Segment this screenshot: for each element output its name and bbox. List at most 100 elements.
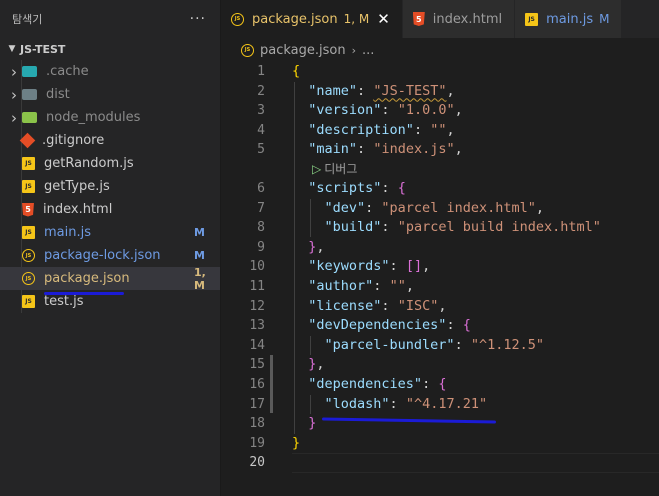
code-line[interactable]: "author": "",: [292, 277, 659, 297]
git-status-badge: 1, M: [194, 265, 206, 292]
current-line-highlight: [292, 453, 659, 473]
line-number: 20: [249, 455, 265, 471]
breadcrumb-file[interactable]: package.json: [260, 43, 346, 58]
code-token: "JS-TEST": [373, 82, 447, 99]
dirty-diff-marker[interactable]: [270, 355, 273, 413]
code-token: []: [405, 258, 423, 275]
line-number: 8: [257, 220, 265, 236]
debug-codelens[interactable]: ▷ 디버그: [292, 160, 659, 179]
tree-item[interactable]: JS getType.js: [0, 175, 220, 198]
explorer-title: 탐색기: [12, 13, 43, 26]
code-token: :: [413, 121, 431, 138]
code-token: "": [430, 121, 447, 138]
codelens-label: 디버그: [324, 161, 358, 176]
chevron-down-icon: ▼: [8, 44, 16, 54]
breadcrumb-symbols[interactable]: ...: [362, 43, 374, 58]
code-line[interactable]: "name": "JS-TEST",: [292, 82, 659, 102]
git-status-badge: M: [194, 249, 205, 262]
js-file-icon: JS: [22, 226, 35, 239]
tree-item-label: .gitignore: [42, 133, 105, 148]
line-number-gutter: 1 2 3 4 5 6 7 8 9 10 11 12 13 14 15 16 17 18 19 20: [221, 62, 267, 473]
editor-tabs: JS package.json 1, M ✕ 5 index.html JS main.js M: [221, 0, 659, 38]
code-line[interactable]: "description": "",: [292, 121, 659, 141]
code-line[interactable]: "version": "1.0.0",: [292, 101, 659, 121]
line-number: 15: [249, 357, 265, 373]
tree-item-label: index.html: [43, 202, 113, 217]
line-number: 4: [257, 122, 265, 138]
tree-item[interactable]: › dist: [0, 83, 220, 106]
tree-item[interactable]: › .cache: [0, 60, 220, 83]
chevron-right-icon: ›: [11, 85, 17, 104]
breadcrumb: JS package.json › ...: [221, 38, 659, 62]
tab-status: 1, M: [343, 12, 370, 26]
editor-tab[interactable]: JS main.js M: [515, 0, 623, 38]
tree-item[interactable]: JS package.json 1, M: [0, 265, 220, 292]
code-token: "ISC": [397, 297, 439, 314]
tree-item-label: dist: [46, 87, 70, 102]
tree-item[interactable]: 5 index.html: [0, 198, 220, 221]
line-number: 17: [249, 396, 265, 412]
code-token: ,: [446, 121, 455, 138]
tab-status: M: [599, 12, 610, 26]
code-line[interactable]: "lodash": "^4.17.21": [292, 395, 659, 415]
tree-item-label: node_modules: [46, 110, 141, 125]
tree-item[interactable]: JS package-lock.json M: [0, 244, 220, 267]
code-line[interactable]: "main": "index.js",: [292, 140, 659, 160]
editor-tab[interactable]: JS package.json 1, M ✕: [221, 0, 403, 38]
code-line[interactable]: "scripts": {: [292, 179, 659, 199]
more-actions-icon[interactable]: ···: [190, 11, 206, 27]
close-icon[interactable]: ✕: [377, 10, 390, 28]
code-token: "keywords": [308, 258, 390, 275]
code-line[interactable]: "dev": "parcel index.html",: [292, 199, 659, 219]
tree-item[interactable]: JS main.js M: [0, 221, 220, 244]
code-line[interactable]: "devDependencies": {: [292, 316, 659, 336]
code-token: :: [365, 199, 382, 216]
code-line[interactable]: "build": "parcel build index.html": [292, 218, 659, 238]
code-content[interactable]: { "name": "JS-TEST", "version": "1.0.0",…: [292, 62, 659, 473]
code-line[interactable]: "dependencies": {: [292, 375, 659, 395]
code-line[interactable]: "license": "ISC",: [292, 297, 659, 317]
line-number: 5: [257, 142, 265, 158]
tree-item[interactable]: › node_modules: [0, 106, 220, 129]
code-token: :: [454, 336, 471, 353]
tree-item[interactable]: .gitignore: [0, 129, 220, 152]
code-line[interactable]: "keywords": [],: [292, 257, 659, 277]
workspace-section-header[interactable]: ▼ JS-TEST: [0, 38, 220, 60]
code-token: :: [422, 375, 439, 392]
editor-tab[interactable]: 5 index.html: [402, 0, 516, 38]
code-token: "dependencies": [308, 375, 423, 392]
code-token: ,: [405, 277, 414, 294]
chevron-right-icon: ›: [11, 108, 17, 127]
code-token: :: [357, 82, 374, 99]
line-number: 10: [249, 259, 265, 275]
js-file-icon: JS: [22, 180, 35, 193]
code-line[interactable]: {: [292, 62, 659, 82]
code-line[interactable]: }: [292, 434, 659, 454]
tree-item-label: getType.js: [44, 179, 110, 194]
code-token: "license": [308, 297, 382, 314]
code-token: ,: [422, 258, 431, 275]
code-line[interactable]: },: [292, 238, 659, 258]
line-number: 2: [257, 83, 265, 99]
json-file-icon: JS: [231, 12, 244, 26]
workspace-name: JS-TEST: [20, 42, 66, 56]
folder-node-icon: [22, 112, 37, 123]
code-line[interactable]: },: [292, 355, 659, 375]
code-line[interactable]: "parcel-bundler": "^1.12.5": [292, 336, 659, 356]
code-token: ,: [454, 141, 463, 158]
code-editor[interactable]: 1 2 3 4 5 6 7 8 9 10 11 12 13 14 15 16 17 18 19 20 { "name"…: [221, 62, 659, 496]
tab-label: package.json: [252, 11, 338, 27]
folder-cache-icon: [22, 66, 37, 77]
tree-item[interactable]: JS getRandom.js: [0, 152, 220, 175]
line-number: 13: [249, 318, 265, 334]
